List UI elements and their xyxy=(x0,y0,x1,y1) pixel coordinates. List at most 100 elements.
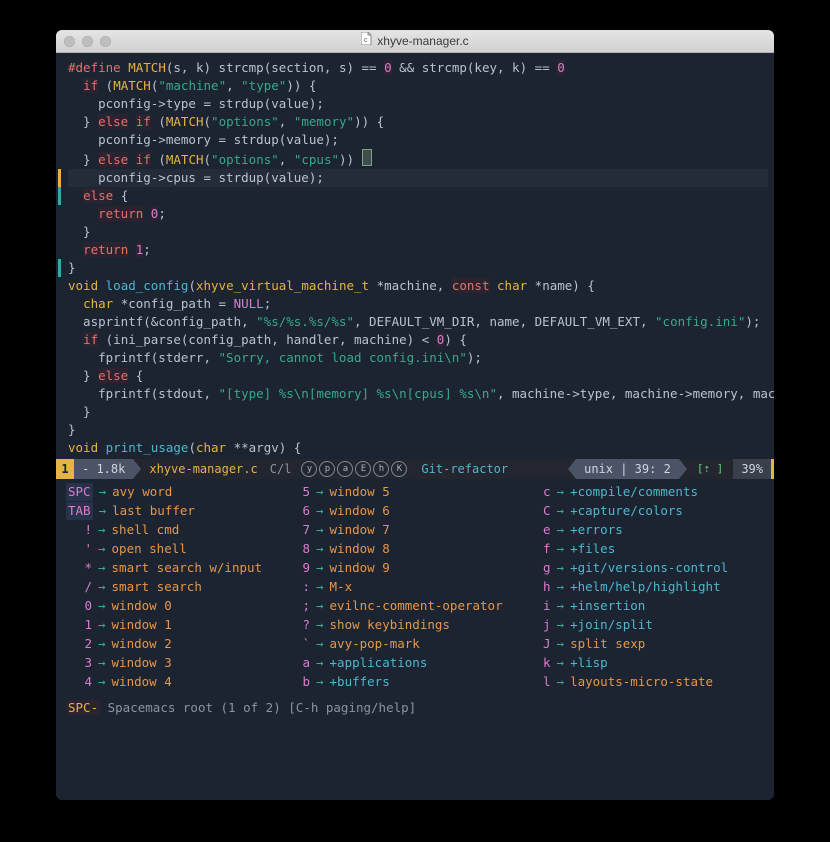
which-key-label: +helm/help/highlight xyxy=(570,578,721,596)
modeline-flags: ypaEhK xyxy=(295,461,413,477)
which-key-item[interactable]: SPC→avy word xyxy=(66,483,280,501)
which-key-item[interactable]: 1→window 1 xyxy=(66,616,280,634)
which-key-item[interactable]: *→smart search w/input xyxy=(66,559,280,577)
separator-icon xyxy=(679,459,687,479)
which-key-item[interactable]: 2→window 2 xyxy=(66,635,280,653)
code-line[interactable]: fprintf(stdout, "[type] %s\n[memory] %s\… xyxy=(68,385,768,403)
code-line[interactable]: #define MATCH(s, k) strcmp(section, s) =… xyxy=(68,59,768,77)
code-token: )) xyxy=(339,152,362,167)
minibuffer-prefix: SPC- xyxy=(66,700,100,715)
code-token: ); xyxy=(745,314,760,329)
which-key-key: C xyxy=(525,502,551,520)
code-token: "cpus" xyxy=(294,152,339,167)
which-key-item[interactable]: h→+helm/help/highlight xyxy=(525,578,747,596)
which-key-item[interactable]: TAB→last buffer xyxy=(66,502,280,520)
code-line[interactable]: pconfig->cpus = strdup(value); xyxy=(68,169,768,187)
code-line[interactable]: char *config_path = NULL; xyxy=(68,295,768,313)
which-key-key: ' xyxy=(66,540,92,558)
which-key-item[interactable]: l→layouts-micro-state xyxy=(525,673,747,691)
which-key-item[interactable]: 6→window 6 xyxy=(284,502,521,520)
gutter-marker-icon xyxy=(58,169,61,187)
modeline-arrows: [⇡ ] xyxy=(687,460,734,478)
which-key-item[interactable]: f→+files xyxy=(525,540,747,558)
which-key-item[interactable]: i→+insertion xyxy=(525,597,747,615)
code-line[interactable]: asprintf(&config_path, "%s/%s.%s/%s", DE… xyxy=(68,313,768,331)
which-key-label: show keybindings xyxy=(330,616,450,634)
which-key-item[interactable]: :→M-x xyxy=(284,578,521,596)
code-line[interactable]: } else if (MATCH("options", "cpus")) xyxy=(68,149,768,169)
which-key-item[interactable]: c→+compile/comments xyxy=(525,483,747,501)
which-key-item[interactable]: e→+errors xyxy=(525,521,747,539)
arrow-right-icon: → xyxy=(557,654,565,672)
which-key-item[interactable]: 4→window 4 xyxy=(66,673,280,691)
code-line[interactable]: } xyxy=(68,421,768,439)
which-key-item[interactable]: 9→window 9 xyxy=(284,559,521,577)
arrow-right-icon: → xyxy=(557,635,565,653)
code-line[interactable]: } xyxy=(68,223,768,241)
which-key-label: layouts-micro-state xyxy=(570,673,713,691)
which-key-item[interactable]: `→avy-pop-mark xyxy=(284,635,521,653)
which-key-item[interactable]: J→split sexp xyxy=(525,635,747,653)
code-token: ( xyxy=(188,278,196,293)
code-line[interactable]: if (MATCH("machine", "type")) { xyxy=(68,77,768,95)
editor-window: c xhyve-manager.c #define MATCH(s, k) st… xyxy=(56,30,774,800)
arrow-right-icon: → xyxy=(316,502,324,520)
code-token: ) { xyxy=(444,332,467,347)
code-line[interactable]: else { xyxy=(68,187,768,205)
code-token: NULL xyxy=(234,296,264,311)
which-key-item[interactable]: j→+join/split xyxy=(525,616,747,634)
which-key-label: +git/versions-control xyxy=(570,559,728,577)
which-key-key: 4 xyxy=(66,673,92,691)
code-line[interactable]: pconfig->type = strdup(value); xyxy=(68,95,768,113)
which-key-item[interactable]: 0→window 0 xyxy=(66,597,280,615)
code-line[interactable]: if (ini_parse(config_path, handler, mach… xyxy=(68,331,768,349)
which-key-label: window 7 xyxy=(330,521,390,539)
code-line[interactable]: } xyxy=(68,259,768,277)
which-key-item[interactable]: C→+capture/colors xyxy=(525,502,747,520)
which-key-item[interactable]: b→+buffers xyxy=(284,673,521,691)
code-token xyxy=(68,296,83,311)
code-token: { xyxy=(113,188,128,203)
code-token: )) { xyxy=(354,114,384,129)
which-key-item[interactable]: 5→window 5 xyxy=(284,483,521,501)
which-key-item[interactable]: 7→window 7 xyxy=(284,521,521,539)
arrow-right-icon: → xyxy=(98,521,106,539)
minibuffer-text: Spacemacs root (1 of 2) [C-h paging/help… xyxy=(100,700,416,715)
which-key-item[interactable]: g→+git/versions-control xyxy=(525,559,747,577)
which-key-key: 9 xyxy=(284,559,310,577)
code-token: } xyxy=(68,114,98,129)
code-line[interactable]: return 0; xyxy=(68,205,768,223)
which-key-key: g xyxy=(525,559,551,577)
code-token: const xyxy=(452,278,490,293)
arrow-right-icon: → xyxy=(557,673,565,691)
code-token: if xyxy=(83,78,98,93)
code-line[interactable]: void load_config(xhyve_virtual_machine_t… xyxy=(68,277,768,295)
code-token: } xyxy=(68,152,98,167)
which-key-item[interactable]: 3→window 3 xyxy=(66,654,280,672)
which-key-item[interactable]: k→+lisp xyxy=(525,654,747,672)
code-token: *machine, xyxy=(369,278,452,293)
which-key-item[interactable]: '→open shell xyxy=(66,540,280,558)
which-key-key: i xyxy=(525,597,551,615)
modeline-encoding: unix | 39: 2 xyxy=(576,459,679,479)
code-line[interactable]: pconfig->memory = strdup(value); xyxy=(68,131,768,149)
code-editor[interactable]: #define MATCH(s, k) strcmp(section, s) =… xyxy=(56,53,774,457)
code-line[interactable]: } else { xyxy=(68,367,768,385)
code-line[interactable]: void print_usage(char **argv) { xyxy=(68,439,768,457)
code-token xyxy=(98,278,106,293)
code-token: if xyxy=(136,152,151,167)
which-key-item[interactable]: ?→show keybindings xyxy=(284,616,521,634)
code-line[interactable]: fprintf(stderr, "Sorry, cannot load conf… xyxy=(68,349,768,367)
minibuffer[interactable]: SPC- Spacemacs root (1 of 2) [C-h paging… xyxy=(56,695,774,723)
which-key-key: 3 xyxy=(66,654,92,672)
which-key-item[interactable]: ;→evilnc-comment-operator xyxy=(284,597,521,615)
cursor-icon xyxy=(362,149,372,166)
which-key-item[interactable]: !→shell cmd xyxy=(66,521,280,539)
code-line[interactable]: return 1; xyxy=(68,241,768,259)
which-key-item[interactable]: /→smart search xyxy=(66,578,280,596)
code-line[interactable]: } else if (MATCH("options", "memory")) { xyxy=(68,113,768,131)
code-line[interactable]: } xyxy=(68,403,768,421)
which-key-item[interactable]: a→+applications xyxy=(284,654,521,672)
code-token: )) { xyxy=(286,78,316,93)
which-key-item[interactable]: 8→window 8 xyxy=(284,540,521,558)
